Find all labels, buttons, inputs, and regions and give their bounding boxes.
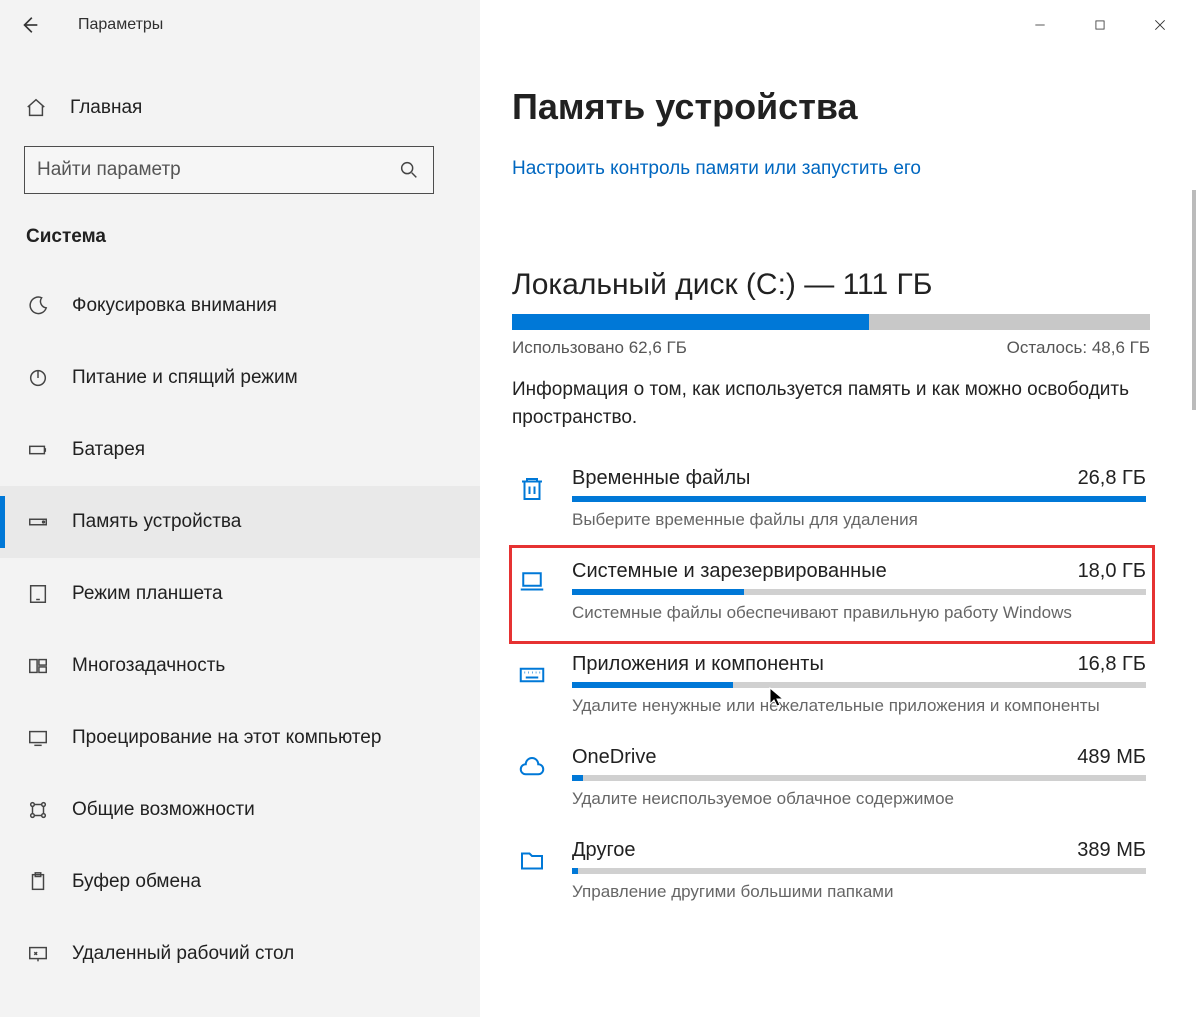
- category-bar: [572, 589, 1146, 595]
- category-size: 26,8 ГБ: [1078, 467, 1146, 490]
- disk-usage-bar: [512, 314, 1150, 330]
- category-size: 389 МБ: [1077, 839, 1146, 862]
- category-onedrive[interactable]: OneDrive 489 МБ Удалите неиспользуемое об…: [512, 734, 1152, 827]
- search-box[interactable]: [24, 146, 434, 194]
- category-bar: [572, 775, 1146, 781]
- sidebar-item-battery[interactable]: Батарея: [0, 414, 480, 486]
- category-title: OneDrive: [572, 746, 656, 769]
- category-sub: Удалите ненужные или нежелательные прило…: [572, 696, 1146, 716]
- window-controls: [1010, 5, 1190, 45]
- tablet-icon: [26, 582, 50, 606]
- battery-icon: [26, 438, 50, 462]
- category-temp-files[interactable]: Временные файлы 26,8 ГБ Выберите временны…: [512, 455, 1152, 548]
- section-label: Система: [0, 200, 480, 270]
- trash-icon: [512, 469, 552, 509]
- sidebar-item-label: Буфер обмена: [72, 871, 201, 893]
- window-title: Параметры: [78, 16, 163, 34]
- sidebar-item-label: Режим планшета: [72, 583, 223, 605]
- keyboard-icon: [512, 655, 552, 695]
- search-container: [0, 140, 480, 200]
- back-button[interactable]: [10, 5, 50, 45]
- sidebar-item-label: Фокусировка внимания: [72, 295, 277, 317]
- share-icon: [26, 798, 50, 822]
- sidebar-item-focus-assist[interactable]: Фокусировка внимания: [0, 270, 480, 342]
- configure-storage-sense-link[interactable]: Настроить контроль памяти или запустить …: [512, 158, 1160, 180]
- home-label: Главная: [70, 97, 142, 119]
- laptop-icon: [512, 562, 552, 602]
- category-sub: Управление другими большими папками: [572, 882, 1146, 902]
- sidebar-item-clipboard[interactable]: Буфер обмена: [0, 846, 480, 918]
- page-title: Память устройства: [512, 86, 1160, 128]
- category-bar: [572, 682, 1146, 688]
- titlebar: Параметры: [0, 0, 1200, 50]
- storage-description: Информация о том, как используется памят…: [512, 376, 1132, 431]
- category-system-reserved[interactable]: Системные и зарезервированные 18,0 ГБ Сис…: [512, 548, 1152, 641]
- sidebar: Главная Система Фокусировка внимания Пит…: [0, 50, 480, 1017]
- disk-usage-fill: [512, 314, 869, 330]
- disk-usage-row: Использовано 62,6 ГБ Осталось: 48,6 ГБ: [512, 338, 1150, 358]
- folder-icon: [512, 841, 552, 881]
- sidebar-item-label: Память устройства: [72, 511, 241, 533]
- category-size: 16,8 ГБ: [1078, 653, 1146, 676]
- main-content: Память устройства Настроить контроль пам…: [480, 50, 1200, 1017]
- clipboard-icon: [26, 870, 50, 894]
- sidebar-item-shared-experiences[interactable]: Общие возможности: [0, 774, 480, 846]
- category-sub: Выберите временные файлы для удаления: [572, 510, 1146, 530]
- category-apps[interactable]: Приложения и компоненты 16,8 ГБ Удалите н…: [512, 641, 1152, 734]
- scrollbar-thumb[interactable]: [1192, 190, 1196, 410]
- used-label: Использовано 62,6 ГБ: [512, 338, 687, 358]
- sidebar-item-label: Батарея: [72, 439, 145, 461]
- disk-heading: Локальный диск (C:) — 111 ГБ: [512, 268, 1160, 302]
- category-bar: [572, 868, 1146, 874]
- category-sub: Системные файлы обеспечивают правильную …: [572, 603, 1146, 623]
- category-title: Системные и зарезервированные: [572, 560, 887, 583]
- sidebar-item-label: Удаленный рабочий стол: [72, 943, 294, 965]
- sidebar-item-label: Проецирование на этот компьютер: [72, 727, 381, 749]
- sidebar-item-storage[interactable]: Память устройства: [0, 486, 480, 558]
- close-button[interactable]: [1130, 5, 1190, 45]
- scrollbar[interactable]: [1184, 190, 1196, 1017]
- category-size: 18,0 ГБ: [1078, 560, 1146, 583]
- maximize-button[interactable]: [1070, 5, 1130, 45]
- power-icon: [26, 366, 50, 390]
- multitask-icon: [26, 654, 50, 678]
- sidebar-item-label: Общие возможности: [72, 799, 255, 821]
- sidebar-item-label: Питание и спящий режим: [72, 367, 298, 389]
- home-icon: [24, 96, 48, 120]
- remaining-label: Осталось: 48,6 ГБ: [1007, 338, 1150, 358]
- sidebar-item-projecting[interactable]: Проецирование на этот компьютер: [0, 702, 480, 774]
- storage-icon: [26, 510, 50, 534]
- sidebar-item-power-sleep[interactable]: Питание и спящий режим: [0, 342, 480, 414]
- sidebar-item-tablet-mode[interactable]: Режим планшета: [0, 558, 480, 630]
- category-sub: Удалите неиспользуемое облачное содержим…: [572, 789, 1146, 809]
- remote-icon: [26, 942, 50, 966]
- home-link[interactable]: Главная: [0, 80, 480, 136]
- category-title: Приложения и компоненты: [572, 653, 824, 676]
- sidebar-item-remote-desktop[interactable]: Удаленный рабочий стол: [0, 918, 480, 990]
- minimize-button[interactable]: [1010, 5, 1070, 45]
- sidebar-item-label: Многозадачность: [72, 655, 225, 677]
- sidebar-item-multitasking[interactable]: Многозадачность: [0, 630, 480, 702]
- moon-icon: [26, 294, 50, 318]
- search-icon: [397, 158, 421, 182]
- category-title: Другое: [572, 839, 636, 862]
- category-title: Временные файлы: [572, 467, 750, 490]
- cloud-icon: [512, 748, 552, 788]
- category-bar: [572, 496, 1146, 502]
- category-size: 489 МБ: [1077, 746, 1146, 769]
- search-input[interactable]: [37, 159, 397, 181]
- project-icon: [26, 726, 50, 750]
- category-other[interactable]: Другое 389 МБ Управление другими большими…: [512, 827, 1152, 920]
